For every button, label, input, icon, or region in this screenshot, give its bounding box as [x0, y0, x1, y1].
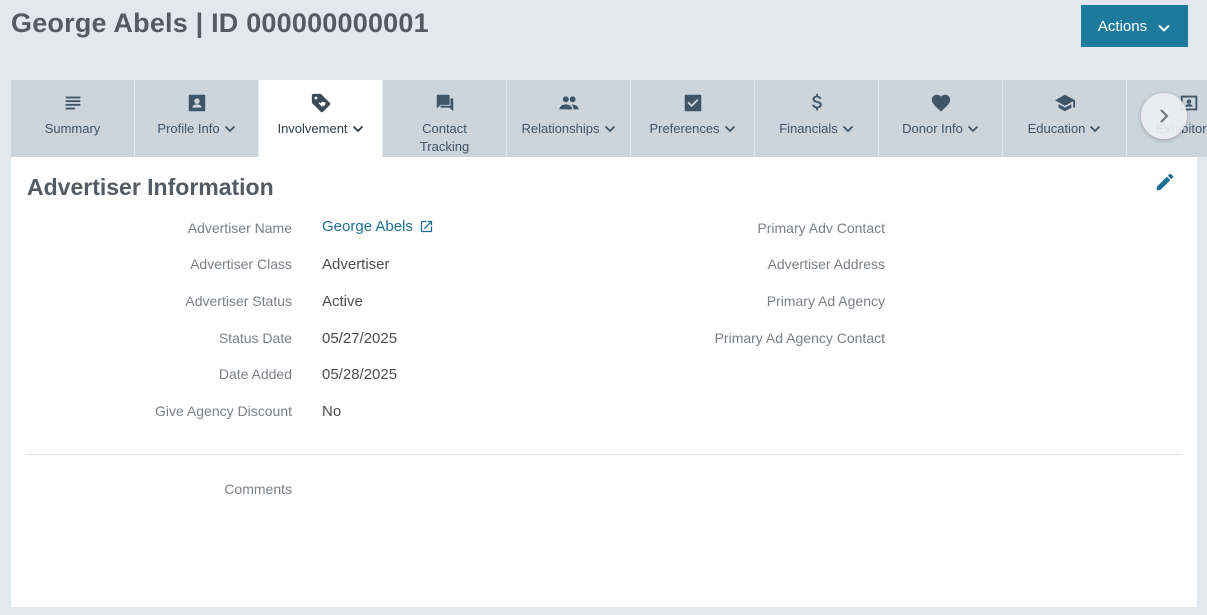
date-added-label: Date Added — [218, 366, 292, 382]
tab-involvement[interactable]: Involvement — [259, 80, 383, 157]
status-date-value: 05/27/2025 — [322, 330, 398, 347]
scroll-tabs-right-button[interactable] — [1141, 93, 1187, 139]
advertiser-status-label: Advertiser Status — [185, 293, 292, 309]
page-title: George Abels | ID 000000000001 — [11, 8, 429, 38]
date-added-value: 05/28/2025 — [322, 366, 398, 383]
tab-label: Profile Info — [157, 121, 220, 136]
advertiser-name-label: Advertiser Name — [187, 220, 292, 236]
people-icon — [558, 92, 580, 114]
chevron-right-icon — [1160, 109, 1169, 123]
heart-icon — [930, 92, 952, 114]
contact-card-icon — [186, 92, 208, 114]
chevron-down-icon — [1158, 24, 1170, 32]
pencil-icon — [1156, 173, 1174, 191]
chat-icon — [434, 92, 456, 114]
chevron-down-icon — [352, 123, 364, 135]
dollar-icon — [806, 92, 828, 114]
tab-label: Financials — [779, 121, 838, 136]
section-title: Advertiser Information — [27, 174, 274, 200]
external-link-icon — [420, 220, 433, 233]
advertiser-class-label: Advertiser Class — [190, 256, 292, 272]
chevron-down-icon — [967, 123, 979, 135]
primary-ad-agency-label: Primary Ad Agency — [766, 293, 885, 309]
give-agency-discount-label: Give Agency Discount — [155, 403, 292, 419]
chevron-down-icon — [1089, 123, 1101, 135]
graduation-cap-icon — [1054, 92, 1076, 114]
tab-label: Relationships — [521, 121, 600, 136]
actions-label: Actions — [1097, 17, 1148, 35]
tab-bar: Summary Profile Info Involvement Contact… — [11, 80, 1207, 157]
checkbox-icon — [682, 92, 704, 114]
actions-button[interactable]: Actions — [1081, 5, 1188, 47]
tab-label: Preferences — [649, 121, 720, 136]
tab-label: Donor Info — [902, 121, 963, 136]
advertiser-info-panel: Advertiser Information Advertiser Name G… — [11, 157, 1197, 607]
primary-adv-contact-label: Primary Adv Contact — [757, 220, 885, 236]
advertiser-address-label: Advertiser Address — [767, 256, 886, 272]
tab-financials[interactable]: Financials — [755, 80, 879, 157]
tag-icon — [310, 92, 332, 114]
chevron-down-icon — [604, 123, 616, 135]
chevron-down-icon — [842, 123, 854, 135]
tab-summary[interactable]: Summary — [11, 80, 135, 157]
tab-relationships[interactable]: Relationships — [507, 80, 631, 157]
edit-button[interactable] — [1154, 171, 1176, 193]
tab-contact-tracking[interactable]: Contact Tracking — [383, 80, 507, 157]
advertiser-name-link[interactable]: George Abels — [322, 218, 434, 235]
chevron-down-icon — [224, 123, 236, 135]
tab-donor-info[interactable]: Donor Info — [879, 80, 1003, 157]
tab-education[interactable]: Education — [1003, 80, 1127, 157]
advertiser-status-value: Active — [322, 293, 363, 310]
give-agency-discount-value: No — [322, 403, 342, 420]
tab-profile-info[interactable]: Profile Info — [135, 80, 259, 157]
primary-ad-agency-contact-label: Primary Ad Agency Contact — [714, 330, 885, 346]
advertiser-name-value: George Abels — [322, 218, 413, 235]
tab-label: Contact Tracking — [419, 121, 470, 154]
tab-preferences[interactable]: Preferences — [631, 80, 755, 157]
tab-label: Summary — [44, 121, 101, 136]
status-date-label: Status Date — [218, 330, 292, 346]
comments-label: Comments — [224, 481, 292, 497]
advertiser-class-value: Advertiser — [322, 256, 390, 273]
tab-label: Education — [1027, 121, 1086, 136]
divider — [26, 454, 1182, 455]
chevron-down-icon — [724, 123, 736, 135]
tab-label: Involvement — [277, 121, 348, 136]
list-icon — [62, 92, 84, 114]
